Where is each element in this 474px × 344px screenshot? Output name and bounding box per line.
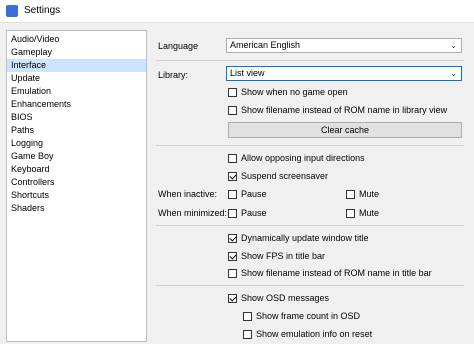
sidebar-item-paths[interactable]: Paths bbox=[7, 124, 146, 137]
language-select[interactable]: American English ⌄ bbox=[226, 38, 462, 53]
chevron-down-icon: ⌄ bbox=[450, 69, 457, 78]
sidebar-item-shaders[interactable]: Shaders bbox=[7, 202, 146, 215]
checkbox-icon bbox=[346, 208, 355, 218]
title-bar: Settings bbox=[0, 0, 474, 23]
divider bbox=[156, 285, 464, 286]
allow-opposing-input-checkbox[interactable]: Allow opposing input directions bbox=[228, 152, 365, 164]
language-value: American English bbox=[230, 40, 301, 50]
show-frame-count-checkbox[interactable]: Show frame count in OSD bbox=[243, 310, 360, 322]
checkbox-label: Show filename instead of ROM name in lib… bbox=[241, 105, 448, 115]
sidebar-item-update[interactable]: Update bbox=[7, 72, 146, 85]
dynamic-window-title-checkbox[interactable]: Dynamically update window title bbox=[228, 232, 369, 244]
checkbox-label: Pause bbox=[241, 208, 267, 218]
settings-category-list[interactable]: Audio/Video Gameplay Interface Update Em… bbox=[6, 30, 147, 342]
checkbox-icon bbox=[228, 87, 237, 97]
sidebar-item-keyboard[interactable]: Keyboard bbox=[7, 163, 146, 176]
checkbox-icon bbox=[228, 171, 237, 181]
show-osd-messages-checkbox[interactable]: Show OSD messages bbox=[228, 292, 329, 304]
library-label: Library: bbox=[158, 70, 189, 80]
sidebar-item-gameplay[interactable]: Gameplay bbox=[7, 46, 146, 59]
checkbox-icon bbox=[346, 189, 355, 199]
checkbox-label: Show emulation info on reset bbox=[256, 329, 373, 339]
checkbox-label: Mute bbox=[359, 189, 380, 199]
checkbox-icon bbox=[228, 208, 237, 218]
clear-cache-button[interactable]: Clear cache bbox=[228, 122, 462, 138]
when-inactive-label: When inactive: bbox=[158, 189, 218, 199]
divider bbox=[156, 225, 464, 226]
chevron-down-icon: ⌄ bbox=[450, 41, 457, 50]
sidebar-item-bios[interactable]: BIOS bbox=[7, 111, 146, 124]
checkbox-icon bbox=[243, 311, 252, 321]
inactive-mute-checkbox[interactable]: Mute bbox=[346, 188, 379, 200]
window-title: Settings bbox=[24, 5, 61, 16]
show-fps-checkbox[interactable]: Show FPS in title bar bbox=[228, 250, 325, 262]
checkbox-label: Allow opposing input directions bbox=[241, 153, 365, 163]
checkbox-icon bbox=[228, 233, 237, 243]
divider bbox=[156, 145, 464, 146]
divider bbox=[156, 60, 464, 61]
sidebar-item-emulation[interactable]: Emulation bbox=[7, 85, 146, 98]
checkbox-label: Pause bbox=[241, 189, 267, 199]
checkbox-label: Suspend screensaver bbox=[241, 171, 329, 181]
checkbox-label: Show FPS in title bar bbox=[241, 251, 326, 261]
checkbox-icon bbox=[228, 293, 237, 303]
minimized-pause-checkbox[interactable]: Pause bbox=[228, 207, 267, 219]
checkbox-label: Show OSD messages bbox=[241, 293, 330, 303]
sidebar-item-shortcuts[interactable]: Shortcuts bbox=[7, 189, 146, 202]
show-filename-title-checkbox[interactable]: Show filename instead of ROM name in tit… bbox=[228, 267, 432, 279]
checkbox-icon bbox=[228, 268, 237, 278]
sidebar-item-game-boy[interactable]: Game Boy bbox=[7, 150, 146, 163]
library-view-select[interactable]: List view ⌄ bbox=[226, 66, 462, 81]
show-filename-library-checkbox[interactable]: Show filename instead of ROM name in lib… bbox=[228, 104, 447, 116]
sidebar-item-logging[interactable]: Logging bbox=[7, 137, 146, 150]
app-icon bbox=[6, 5, 18, 17]
checkbox-label: Show when no game open bbox=[241, 87, 348, 97]
when-minimized-label: When minimized: bbox=[158, 208, 228, 218]
checkbox-icon bbox=[243, 329, 252, 339]
checkbox-label: Dynamically update window title bbox=[241, 233, 369, 243]
checkbox-label: Mute bbox=[359, 208, 380, 218]
sidebar-item-enhancements[interactable]: Enhancements bbox=[7, 98, 146, 111]
checkbox-icon bbox=[228, 189, 237, 199]
show-emulation-info-checkbox[interactable]: Show emulation info on reset bbox=[243, 328, 372, 340]
library-value: List view bbox=[230, 68, 265, 78]
checkbox-label: Show filename instead of ROM name in tit… bbox=[241, 268, 432, 278]
sidebar-item-interface[interactable]: Interface bbox=[7, 59, 146, 72]
language-label: Language bbox=[158, 41, 199, 51]
suspend-screensaver-checkbox[interactable]: Suspend screensaver bbox=[228, 170, 328, 182]
checkbox-icon bbox=[228, 153, 237, 163]
checkbox-label: Show frame count in OSD bbox=[256, 311, 361, 321]
checkbox-icon bbox=[228, 105, 237, 115]
checkbox-icon bbox=[228, 251, 237, 261]
minimized-mute-checkbox[interactable]: Mute bbox=[346, 207, 379, 219]
show-when-no-game-checkbox[interactable]: Show when no game open bbox=[228, 86, 348, 98]
sidebar-item-controllers[interactable]: Controllers bbox=[7, 176, 146, 189]
inactive-pause-checkbox[interactable]: Pause bbox=[228, 188, 267, 200]
sidebar-item-audio-video[interactable]: Audio/Video bbox=[7, 33, 146, 46]
